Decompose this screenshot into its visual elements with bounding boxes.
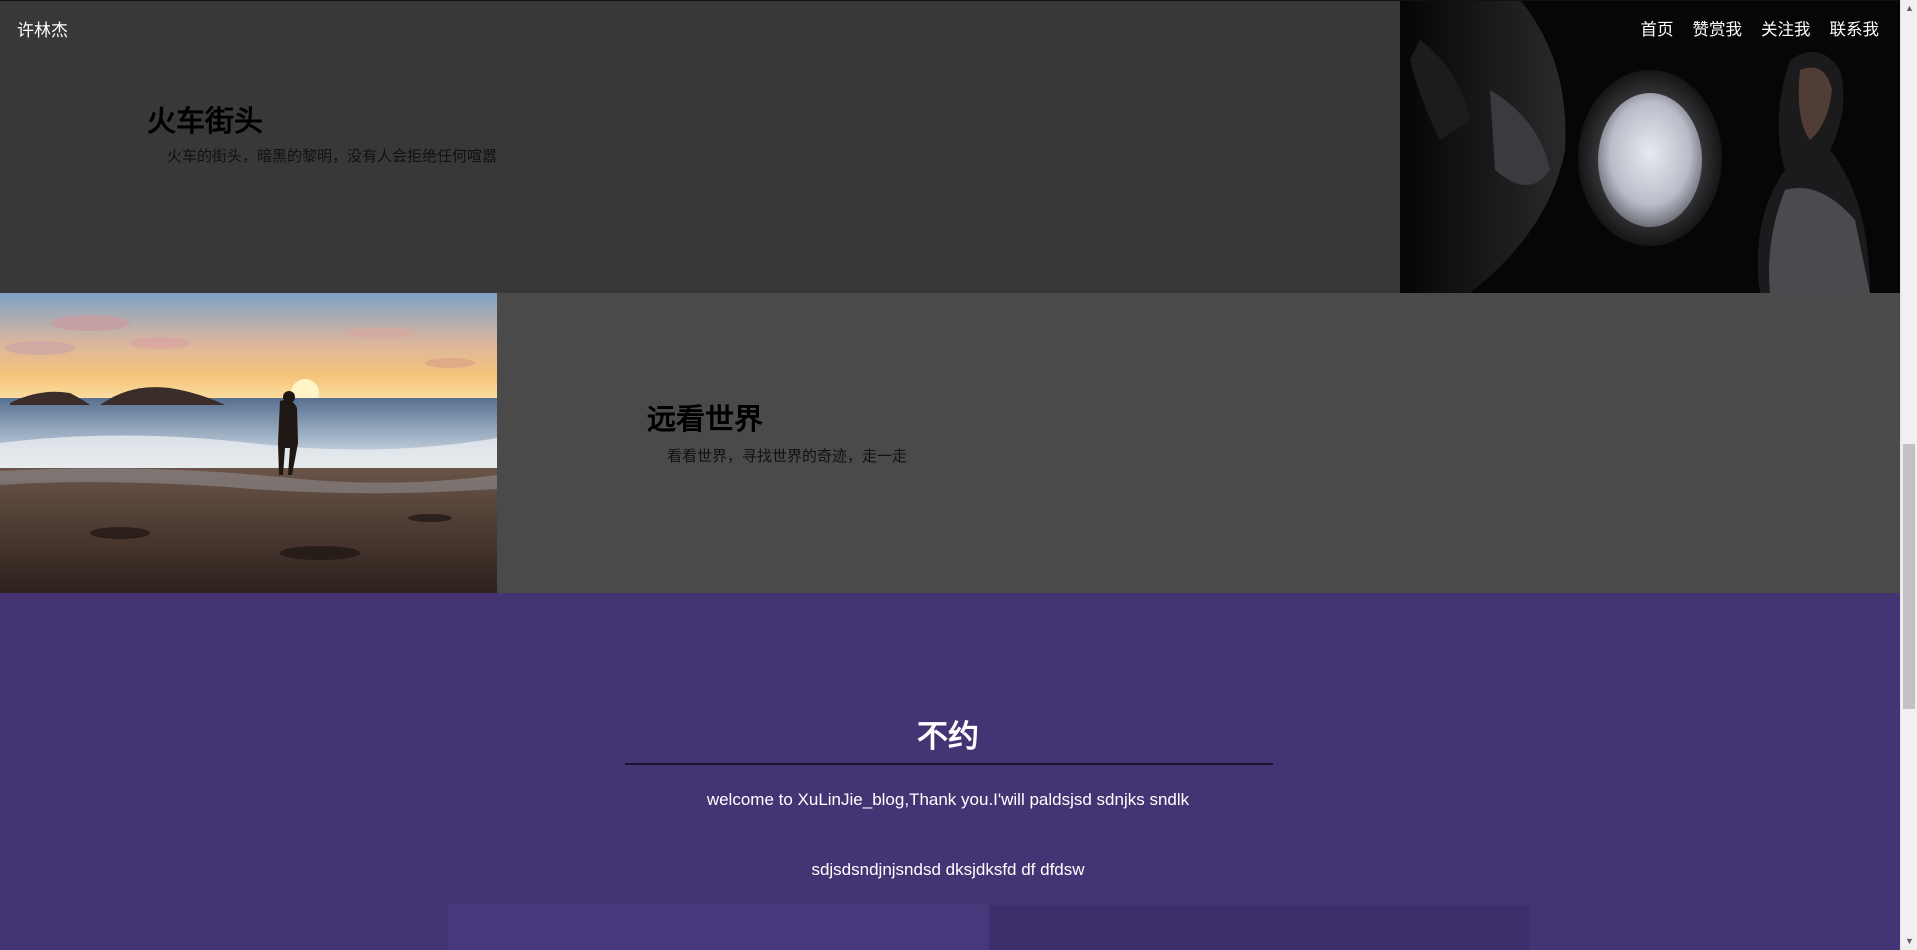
article-description: 火车的街头，暗黑的黎明，没有人会拒绝任何喧嚣 [167, 148, 498, 165]
beach-sunset-photo [0, 293, 497, 593]
heading-divider [625, 763, 1273, 765]
nav-link-reward[interactable]: 赞赏我 [1693, 16, 1743, 40]
site-brand[interactable]: 许林杰 [17, 16, 68, 41]
beach-sunset-image[interactable] [0, 293, 497, 593]
section-heading: 不约 [917, 719, 979, 754]
article-title[interactable]: 远看世界 [647, 396, 763, 438]
nav-link-home[interactable]: 首页 [1641, 16, 1674, 40]
welcome-text: welcome to XuLinJie_blog,Thank you.I'wil… [706, 790, 1190, 809]
article-description: 看看世界，寻找世界的奇迹，走一走 [667, 448, 908, 465]
scroll-up-arrow-icon[interactable]: ▲ [1901, 0, 1917, 17]
scroll-down-arrow-icon[interactable]: ▼ [1901, 933, 1917, 950]
top-navbar: 许林杰 首页 赞赏我 关注我 联系我 [0, 0, 1900, 52]
nav-link-follow[interactable]: 关注我 [1761, 16, 1811, 40]
page: 火车街头 火车的街头，暗黑的黎明，没有人会拒绝任何喧嚣 远看世界 看看世界，寻找… [0, 0, 1900, 950]
feature-card-left [448, 905, 989, 950]
nav-links: 首页 赞赏我 关注我 联系我 [1641, 16, 1880, 40]
welcome-section: 不约 welcome to XuLinJie_blog,Thank you.I'… [0, 593, 1900, 950]
nav-link-contact[interactable]: 联系我 [1830, 16, 1880, 40]
vertical-scrollbar[interactable]: ▲ ▼ [1900, 0, 1917, 950]
feature-card-right [989, 905, 1530, 950]
welcome-subtext: sdjsdsndjnjsndsd dksjdksfd df dfdsw [811, 860, 1085, 879]
scrollbar-thumb[interactable] [1903, 444, 1915, 709]
article-title[interactable]: 火车街头 [147, 98, 263, 140]
article-section-see-world: 远看世界 看看世界，寻找世界的奇迹，走一走 [0, 293, 1900, 593]
